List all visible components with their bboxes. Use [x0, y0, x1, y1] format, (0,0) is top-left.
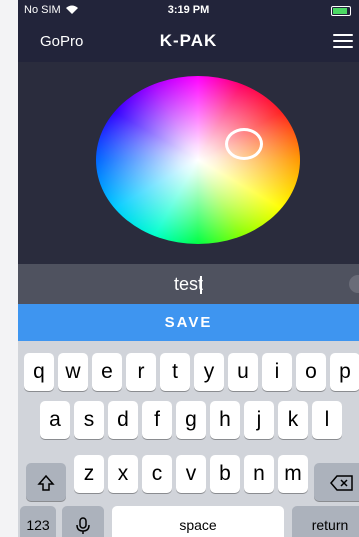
key-m[interactable]: m: [278, 455, 308, 493]
key-r[interactable]: r: [126, 353, 156, 391]
hamburger-menu-icon[interactable]: [333, 34, 353, 48]
return-key[interactable]: return: [292, 506, 359, 537]
save-button[interactable]: SAVE: [18, 304, 359, 341]
battery-level: [333, 8, 347, 14]
key-s[interactable]: s: [74, 401, 104, 439]
text-caret: [200, 276, 202, 294]
key-i[interactable]: i: [262, 353, 292, 391]
key-n[interactable]: n: [244, 455, 274, 493]
color-wheel[interactable]: [96, 76, 300, 244]
key-q[interactable]: q: [24, 353, 54, 391]
shift-icon: [37, 475, 55, 492]
status-time: 3:19 PM: [167, 4, 210, 16]
key-y[interactable]: y: [194, 353, 224, 391]
key-j[interactable]: j: [244, 401, 274, 439]
key-h[interactable]: h: [210, 401, 240, 439]
dictation-key[interactable]: [62, 506, 104, 537]
battery-icon: [331, 6, 351, 16]
key-p[interactable]: p: [330, 353, 359, 391]
key-w[interactable]: w: [58, 353, 88, 391]
name-field-row: [18, 264, 359, 304]
name-input[interactable]: [18, 264, 359, 304]
key-o[interactable]: o: [296, 353, 326, 391]
key-v[interactable]: v: [176, 455, 206, 493]
key-l[interactable]: l: [312, 401, 342, 439]
microphone-icon: [76, 517, 90, 535]
key-b[interactable]: b: [210, 455, 240, 493]
page-title: K-PAK: [159, 31, 218, 50]
phone-screen: No SIM 3:19 PM GoPro K-PAK SAVE: [18, 0, 359, 537]
key-g[interactable]: g: [176, 401, 206, 439]
nav-bar: GoPro K-PAK: [18, 20, 359, 62]
key-k[interactable]: k: [278, 401, 308, 439]
key-f[interactable]: f: [142, 401, 172, 439]
backspace-icon: [330, 475, 353, 492]
color-picker-handle[interactable]: [225, 128, 263, 160]
key-a[interactable]: a: [40, 401, 70, 439]
status-bar: No SIM 3:19 PM: [18, 0, 359, 20]
key-d[interactable]: d: [108, 401, 138, 439]
key-e[interactable]: e: [92, 353, 122, 391]
key-u[interactable]: u: [228, 353, 258, 391]
numbers-key[interactable]: 123: [20, 506, 56, 537]
key-z[interactable]: z: [74, 455, 104, 493]
shift-key[interactable]: [26, 463, 66, 501]
backspace-key[interactable]: [314, 463, 359, 501]
space-key[interactable]: space: [112, 506, 284, 537]
key-c[interactable]: c: [142, 455, 172, 493]
key-t[interactable]: t: [160, 353, 190, 391]
key-x[interactable]: x: [108, 455, 138, 493]
color-picker-area: [18, 62, 359, 264]
keyboard: 123 space return qwertyuiop asdfghjkl zxcv…: [18, 341, 359, 537]
